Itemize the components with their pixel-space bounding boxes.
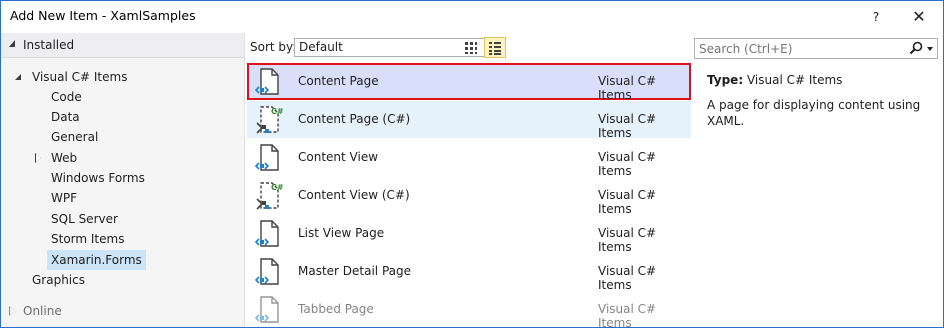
xaml-page-icon bbox=[255, 144, 279, 171]
search-icon[interactable] bbox=[909, 41, 923, 55]
item-category: Visual C# Items bbox=[598, 302, 657, 328]
item-category: Visual C# Items bbox=[598, 226, 657, 254]
svg-text:C#: C# bbox=[271, 183, 283, 192]
tree-item-storm-items[interactable]: Storm Items bbox=[51, 229, 124, 249]
tree-item-code[interactable]: Code bbox=[51, 87, 82, 107]
item-name: Master Detail Page bbox=[298, 264, 412, 278]
xaml-page-icon bbox=[255, 258, 279, 285]
item-category: Visual C# Items bbox=[598, 74, 657, 102]
list-item[interactable]: Master Detail Page Visual C# Items bbox=[247, 253, 691, 292]
csharp-page-icon: C# bbox=[256, 182, 283, 210]
tree-item-wpf[interactable]: WPF bbox=[51, 188, 77, 208]
sort-dropdown-value: Default bbox=[299, 40, 343, 54]
installed-header[interactable]: Installed bbox=[1, 33, 244, 58]
grid-view-button[interactable] bbox=[460, 37, 482, 58]
item-type: Type: Visual C# Items bbox=[707, 73, 842, 87]
template-list: Content Page Visual C# Items C# Content … bbox=[247, 63, 694, 328]
add-new-item-dialog: Add New Item - XamlSamples ? ✕ Installed… bbox=[0, 0, 944, 328]
item-category: Visual C# Items bbox=[598, 264, 657, 292]
type-value: Visual C# Items bbox=[746, 73, 843, 87]
list-item[interactable]: Tabbed Page Visual C# Items bbox=[247, 291, 691, 328]
list-view-icon bbox=[489, 41, 501, 55]
xaml-page-icon bbox=[255, 68, 279, 95]
item-name: List View Page bbox=[298, 226, 385, 240]
tree-item-label: Visual C# Items bbox=[32, 70, 128, 84]
item-category: Visual C# Items bbox=[598, 112, 657, 140]
list-item[interactable]: Content View Visual C# Items bbox=[247, 139, 691, 178]
collapse-triangle-icon bbox=[9, 40, 15, 47]
template-tree: Installed Visual C# Items Code Data Gene… bbox=[1, 33, 245, 327]
sortby-label: Sort by: bbox=[250, 40, 297, 54]
tree-item-label: Online bbox=[23, 304, 62, 318]
window-title: Add New Item - XamlSamples bbox=[10, 8, 196, 23]
close-button[interactable]: ✕ bbox=[904, 5, 934, 29]
sort-toolbar: Sort by: Default bbox=[246, 33, 691, 61]
title-bar: Add New Item - XamlSamples ? ✕ bbox=[1, 1, 943, 33]
xaml-page-icon bbox=[255, 296, 279, 323]
list-item[interactable]: Content Page Visual C# Items bbox=[247, 63, 691, 102]
installed-label: Installed bbox=[23, 38, 75, 52]
tree-item-label: Web bbox=[51, 151, 78, 165]
item-name: Content View (C#) bbox=[298, 188, 410, 202]
help-button[interactable]: ? bbox=[861, 5, 891, 29]
csharp-page-icon: C# bbox=[256, 106, 283, 134]
item-name: Content View bbox=[298, 150, 379, 164]
grid-view-icon bbox=[465, 41, 477, 54]
type-label: Type: bbox=[707, 73, 744, 87]
item-category: Visual C# Items bbox=[598, 188, 657, 216]
list-view-button[interactable] bbox=[484, 37, 506, 58]
item-category: Visual C# Items bbox=[598, 150, 657, 178]
list-item[interactable]: C# Content Page (C#) Visual C# Items bbox=[247, 101, 691, 140]
list-item[interactable]: C# Content View (C#) Visual C# Items bbox=[247, 177, 691, 216]
tree-item-data[interactable]: Data bbox=[51, 107, 80, 127]
tree-item-graphics[interactable]: Graphics bbox=[32, 270, 85, 290]
tree-item-windows-forms[interactable]: Windows Forms bbox=[51, 168, 145, 188]
tree-item-general[interactable]: General bbox=[51, 127, 98, 147]
search-input[interactable] bbox=[695, 39, 895, 58]
search-box bbox=[694, 38, 938, 59]
tree-item-xamarin-forms[interactable]: Xamarin.Forms bbox=[47, 250, 146, 270]
tree-item-sql-server[interactable]: SQL Server bbox=[51, 209, 118, 229]
item-name: Content Page bbox=[298, 74, 379, 88]
search-options-chevron-icon[interactable] bbox=[927, 47, 933, 51]
xaml-page-icon bbox=[255, 220, 279, 247]
item-description: A page for displaying content using XAML… bbox=[707, 98, 921, 128]
item-name: Tabbed Page bbox=[298, 302, 374, 316]
description-panel: Type: Visual C# Items A page for display… bbox=[701, 63, 941, 323]
item-name: Content Page (C#) bbox=[298, 112, 411, 126]
expand-triangle-icon bbox=[15, 74, 21, 80]
list-item[interactable]: List View Page Visual C# Items bbox=[247, 215, 691, 254]
svg-text:C#: C# bbox=[271, 107, 283, 116]
